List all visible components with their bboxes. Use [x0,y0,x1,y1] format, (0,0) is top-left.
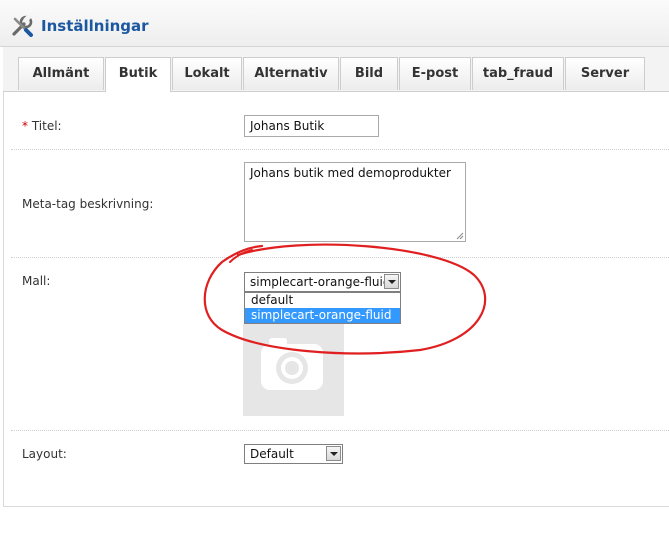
layout-label: Layout: [22,447,67,461]
page-header: Inställningar [0,0,669,47]
meta-description-text: Johans butik med demoprodukter [250,166,451,180]
row-divider [11,149,669,150]
camera-icon [261,338,323,390]
tab-bild[interactable]: Bild [340,57,398,90]
chevron-down-icon[interactable] [326,446,341,461]
template-selected-value: simplecart-orange-fluid [250,275,391,289]
template-option-simplecart[interactable]: simplecart-orange-fluid [245,308,400,323]
template-option-default[interactable]: default [245,293,400,308]
row-divider [11,430,669,431]
row-divider [11,257,669,258]
tab-bar: Allmänt Butik Lokalt Alternativ Bild E-p… [3,47,669,92]
wrench-screwdriver-icon [12,14,33,37]
tab-allmant[interactable]: Allmänt [18,57,104,90]
template-preview-placeholder [243,324,344,416]
title-label-text: Titel: [31,119,62,133]
resize-handle-icon[interactable] [456,232,464,240]
tab-e-post[interactable]: E-post [399,57,471,90]
required-marker: * [22,119,28,133]
tab-lokalt[interactable]: Lokalt [172,57,242,90]
tab-fraud[interactable]: tab_fraud [472,57,564,90]
page-title: Inställningar [41,17,149,35]
template-select[interactable]: simplecart-orange-fluid [244,272,401,292]
layout-select[interactable]: Default [244,444,343,464]
title-label: * Titel: [22,119,62,133]
tab-server[interactable]: Server [565,57,645,90]
layout-selected-value: Default [250,447,294,461]
meta-description-textarea[interactable]: Johans butik med demoprodukter [244,162,466,242]
tab-alternativ[interactable]: Alternativ [243,57,339,90]
meta-description-label: Meta-tag beskrivning: [22,197,154,211]
template-dropdown-list: default simplecart-orange-fluid [244,292,401,324]
title-input[interactable]: Johans Butik [244,115,379,137]
template-label: Mall: [22,274,51,288]
tab-butik[interactable]: Butik [105,57,171,92]
chevron-down-icon[interactable] [384,274,399,289]
